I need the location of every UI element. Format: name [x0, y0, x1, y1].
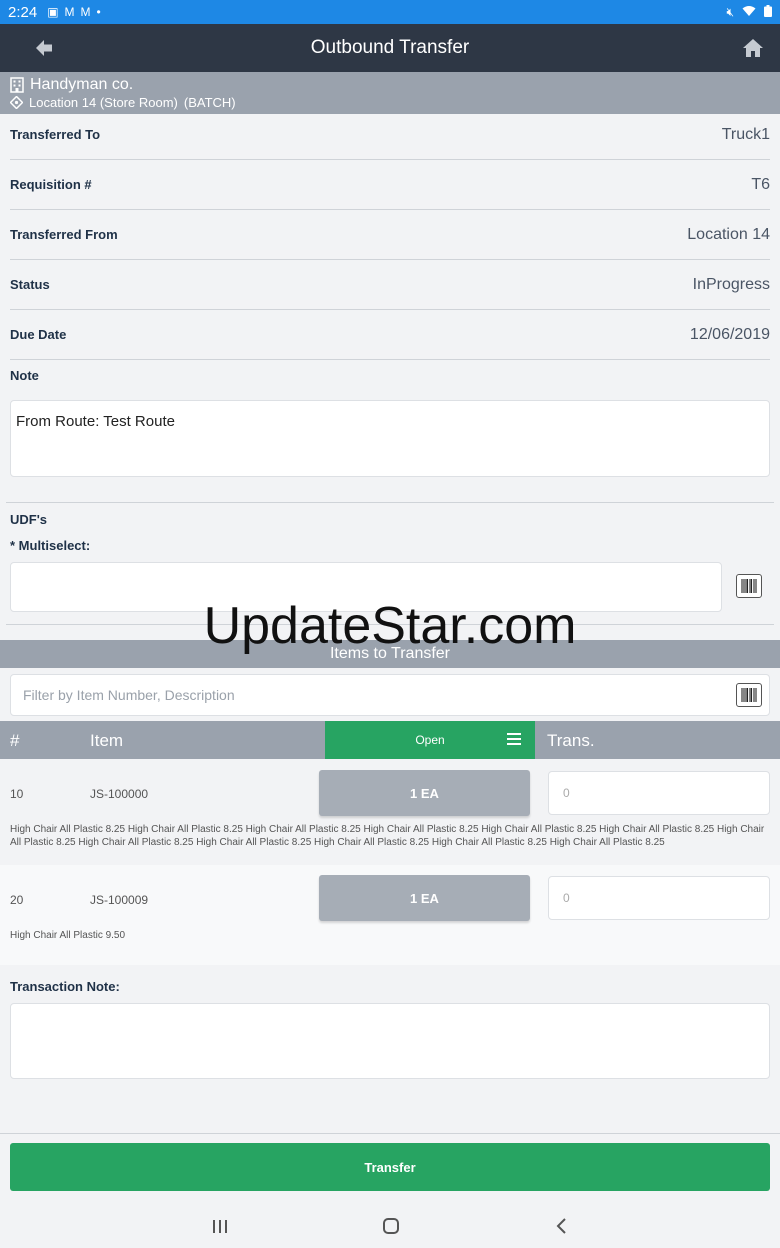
- open-filter-label: Open: [415, 733, 445, 747]
- gmail-icon: M: [64, 5, 75, 19]
- field-status: Status InProgress: [10, 260, 770, 310]
- row-item: JS-100000: [90, 787, 149, 801]
- field-value: 12/06/2019: [689, 325, 770, 343]
- table-row: 20 JS-100009 1 EA 0 High Chair All Plast…: [0, 865, 780, 965]
- app-bar: Outbound Transfer: [0, 24, 780, 72]
- home-nav-icon[interactable]: [381, 1216, 401, 1236]
- note-label: Note: [10, 368, 39, 383]
- row-num: 20: [10, 893, 24, 907]
- column-trans: Trans.: [547, 731, 595, 750]
- field-label: Requisition #: [10, 177, 92, 192]
- barcode-scan-icon[interactable]: [736, 683, 762, 707]
- image-icon: ▣: [47, 5, 59, 19]
- items-table-header: # Item Open Trans.: [0, 721, 780, 759]
- location-target-icon: [10, 96, 23, 109]
- divider: [6, 502, 774, 503]
- column-num: #: [10, 731, 20, 750]
- trans-qty-input[interactable]: 0: [548, 876, 770, 920]
- building-icon: [10, 77, 24, 93]
- back-arrow-icon[interactable]: [34, 38, 54, 58]
- field-transferred-from: Transferred From Location 14: [10, 210, 770, 260]
- field-label: Transferred To: [10, 127, 101, 142]
- field-label: Transferred From: [10, 227, 118, 242]
- open-filter-button[interactable]: Open: [325, 721, 535, 759]
- items-section-header: Items to Transfer: [0, 640, 780, 668]
- row-item: JS-100009: [90, 893, 149, 907]
- column-item: Item: [90, 731, 124, 750]
- field-value: Truck1: [721, 125, 770, 143]
- udf-heading: UDF's: [10, 512, 48, 527]
- field-label: Due Date: [10, 327, 67, 342]
- status-bar: 2:24 ▣ M M • 🔇︎: [0, 0, 780, 24]
- context-bar: Handyman co. Location 14 (Store Room) (B…: [0, 72, 780, 114]
- wifi-icon: [742, 5, 756, 20]
- battery-icon: [764, 4, 772, 20]
- home-icon[interactable]: [742, 38, 764, 58]
- gmail-icon: M: [80, 5, 91, 19]
- filter-input[interactable]: [10, 674, 770, 716]
- system-nav-bar: [0, 1202, 780, 1248]
- note-text: From Route: Test Route: [16, 413, 175, 430]
- company-name: Handyman co.: [30, 76, 134, 93]
- multiselect-label: * Multiselect:: [10, 538, 91, 553]
- field-requisition: Requisition # T6: [10, 160, 770, 210]
- transaction-note-field[interactable]: [10, 1003, 770, 1079]
- row-description: High Chair All Plastic 8.25 High Chair A…: [10, 824, 765, 848]
- row-description: High Chair All Plastic 9.50: [10, 930, 126, 941]
- multiselect-input[interactable]: [10, 562, 722, 612]
- field-transferred-to: Transferred To Truck1: [10, 110, 770, 160]
- table-row: 10 JS-100000 1 EA 0 High Chair All Plast…: [0, 759, 780, 865]
- field-value: InProgress: [692, 275, 770, 293]
- field-due-date: Due Date 12/06/2019: [10, 310, 770, 360]
- trans-qty-input[interactable]: 0: [548, 771, 770, 815]
- transfer-button[interactable]: Transfer: [10, 1143, 770, 1191]
- menu-icon: [507, 733, 521, 745]
- back-nav-icon[interactable]: [552, 1216, 572, 1236]
- divider: [6, 624, 774, 625]
- location-name: Location 14 (Store Room): [29, 95, 178, 110]
- mute-icon: 🔇︎: [726, 4, 734, 19]
- dot-icon: •: [96, 5, 101, 19]
- transaction-note-label: Transaction Note:: [10, 979, 120, 994]
- page-title: Outbound Transfer: [310, 37, 470, 58]
- qty-button[interactable]: 1 EA: [319, 770, 530, 816]
- note-field[interactable]: [10, 400, 770, 477]
- field-value: T6: [751, 175, 770, 193]
- field-label: Status: [10, 277, 50, 292]
- location-mode: (BATCH): [183, 95, 236, 110]
- recent-apps-icon[interactable]: [210, 1216, 230, 1236]
- status-time: 2:24: [8, 3, 38, 21]
- qty-button[interactable]: 1 EA: [319, 875, 530, 921]
- barcode-scan-icon[interactable]: [736, 574, 762, 598]
- field-value: Location 14: [687, 225, 770, 243]
- row-num: 10: [10, 787, 24, 801]
- divider: [0, 1133, 780, 1134]
